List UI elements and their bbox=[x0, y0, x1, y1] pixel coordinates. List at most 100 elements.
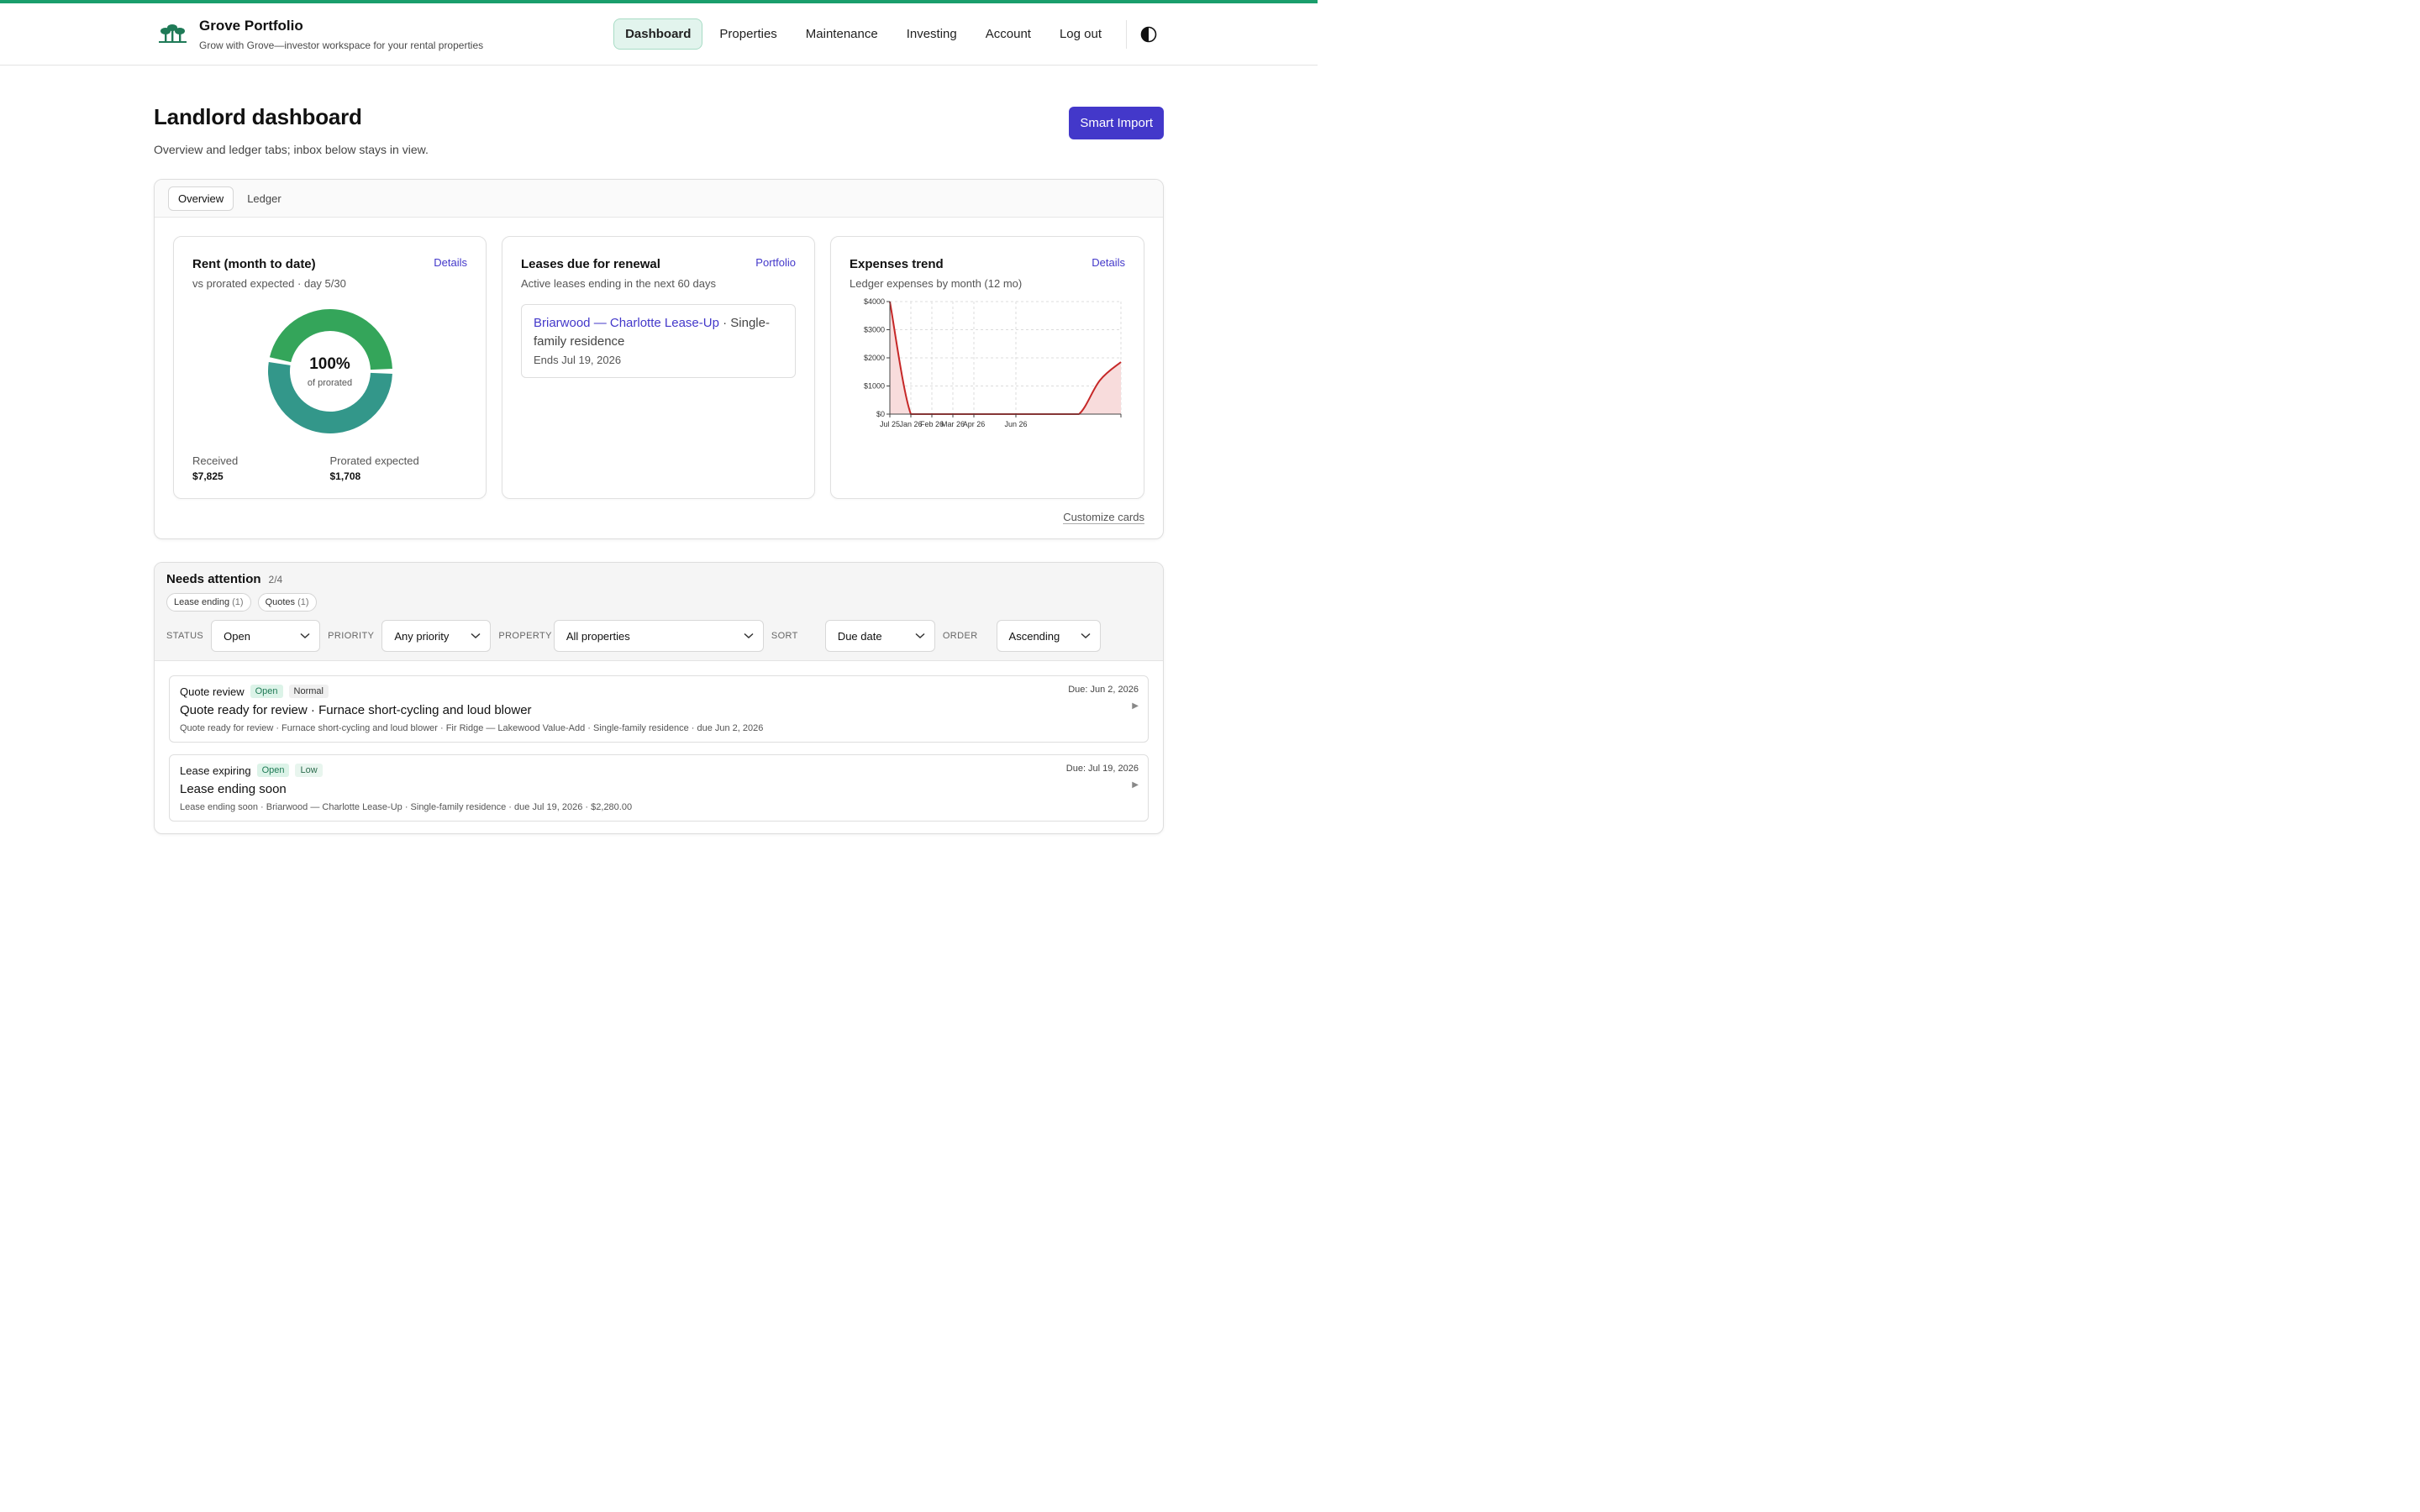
x-tick-label: Apr 26 bbox=[963, 420, 986, 428]
order-select[interactable]: Ascending bbox=[996, 620, 1101, 652]
attention-chips: Lease ending (1) Quotes (1) bbox=[166, 593, 1151, 612]
item-meta: Quote ready for review · Furnace short-c… bbox=[180, 723, 764, 733]
expenses-card-subtitle: Ledger expenses by month (12 mo) bbox=[850, 277, 1023, 290]
brand-title: Grove Portfolio bbox=[199, 17, 303, 34]
attention-title-row: Needs attention 2/4 bbox=[166, 572, 1151, 586]
nav-maintenance[interactable]: Maintenance bbox=[794, 18, 890, 50]
leases-card: Leases due for renewal Portfolio Active … bbox=[502, 236, 815, 499]
attention-title: Needs attention bbox=[166, 572, 261, 586]
property-filter-label: PROPERTY bbox=[498, 631, 552, 641]
item-title: Quote ready for review · Furnace short-c… bbox=[180, 703, 532, 717]
received-value: $7,825 bbox=[192, 470, 224, 482]
rent-card-subtitle: vs prorated expected · day 5/30 bbox=[192, 277, 346, 290]
y-tick-label: $4000 bbox=[864, 297, 885, 306]
item-header: Quote review Open Normal bbox=[180, 685, 1139, 698]
order-filter-label: ORDER bbox=[942, 631, 978, 641]
nav-dashboard[interactable]: Dashboard bbox=[613, 18, 703, 50]
lease-item: Briarwood — Charlotte Lease-Up · Single-… bbox=[521, 304, 796, 378]
y-tick-label: $1000 bbox=[864, 382, 885, 391]
nav-menu: Dashboard Properties Maintenance Investi… bbox=[611, 18, 1164, 50]
stat-received: Received $7,825 bbox=[192, 454, 330, 482]
item-meta: Lease ending soon · Briarwood — Charlott… bbox=[180, 802, 633, 812]
page-title: Landlord dashboard bbox=[154, 104, 362, 129]
item-header: Lease expiring Open Low bbox=[180, 764, 1139, 777]
chevron-down-icon bbox=[471, 633, 481, 639]
chip-label: Lease ending bbox=[174, 597, 230, 607]
nav-divider bbox=[1126, 19, 1127, 49]
expenses-details-link[interactable]: Details bbox=[1092, 256, 1125, 269]
nav-investing[interactable]: Investing bbox=[895, 18, 969, 50]
chevron-down-icon bbox=[744, 633, 754, 639]
status-badge: Open bbox=[250, 685, 283, 698]
expand-arrow-icon[interactable]: ▶ bbox=[1132, 701, 1139, 711]
expense-line bbox=[889, 301, 1122, 415]
x-tick-label: Feb 26 bbox=[920, 420, 944, 428]
property-select[interactable]: All properties bbox=[553, 620, 764, 652]
status-filter-label: STATUS bbox=[166, 631, 204, 641]
y-tick-label: $2000 bbox=[864, 354, 885, 362]
contrast-icon bbox=[1140, 26, 1157, 42]
expenses-chart: $0 $1000 $2000 $3000 $4000 Jul 25 Jan 26Feb 26… bbox=[864, 297, 1122, 428]
top-nav: Grove Portfolio Grow with Grove—investor… bbox=[0, 3, 1318, 66]
attention-count: 2/4 bbox=[268, 574, 283, 585]
y-tick-label: $0 bbox=[876, 410, 885, 418]
x-tick-label: Mar 26 bbox=[941, 420, 965, 428]
chevron-down-icon bbox=[300, 633, 310, 639]
list-item[interactable]: Quote review Open Normal Quote ready for… bbox=[169, 675, 1149, 743]
nav-logout[interactable]: Log out bbox=[1048, 18, 1113, 50]
list-item[interactable]: Lease expiring Open Low Lease ending soo… bbox=[169, 754, 1149, 822]
stat-expected: Prorated expected $1,708 bbox=[330, 454, 468, 482]
tab-overview[interactable]: Overview bbox=[168, 186, 234, 211]
priority-select-value: Any priority bbox=[394, 629, 450, 643]
chip-count: (1) bbox=[297, 597, 309, 607]
tab-ledger[interactable]: Ledger bbox=[237, 186, 291, 211]
priority-select[interactable]: Any priority bbox=[381, 620, 492, 652]
chip-quotes[interactable]: Quotes (1) bbox=[257, 593, 317, 612]
theme-toggle-button[interactable] bbox=[1139, 24, 1159, 45]
chevron-down-icon bbox=[1081, 633, 1091, 639]
nav-account[interactable]: Account bbox=[974, 18, 1043, 50]
attention-header: Needs attention 2/4 Lease ending (1) Quo… bbox=[155, 563, 1163, 661]
main-content: Landlord dashboard Overview and ledger t… bbox=[0, 66, 1318, 834]
leases-card-title: Leases due for renewal bbox=[521, 257, 660, 271]
portfolio-link[interactable]: Portfolio bbox=[755, 256, 796, 269]
received-label: Received bbox=[192, 454, 239, 467]
expense-area bbox=[890, 302, 1121, 414]
trees-icon bbox=[159, 24, 187, 43]
status-select[interactable]: Open bbox=[211, 620, 321, 652]
item-kind: Lease expiring bbox=[180, 764, 251, 777]
overview-panel: Overview Ledger Rent (month to date) Det… bbox=[154, 179, 1164, 539]
priority-badge: Low bbox=[295, 764, 323, 777]
chip-count: (1) bbox=[232, 597, 244, 607]
card-row: Rent (month to date) Details vs prorated… bbox=[155, 218, 1163, 499]
status-select-value: Open bbox=[224, 629, 250, 643]
nav-properties[interactable]: Properties bbox=[708, 18, 788, 50]
status-badge: Open bbox=[256, 764, 290, 777]
rent-details-link[interactable]: Details bbox=[434, 256, 467, 269]
rent-donut: 100% of prorated bbox=[266, 307, 395, 436]
lease-property-link[interactable]: Briarwood — Charlotte Lease-Up bbox=[534, 316, 719, 330]
expand-arrow-icon[interactable]: ▶ bbox=[1132, 780, 1139, 790]
sort-select[interactable]: Due date bbox=[824, 620, 935, 652]
lease-end-date: Ends Jul 19, 2026 bbox=[534, 354, 622, 366]
expected-value: $1,708 bbox=[329, 470, 361, 482]
customize-row: Customize cards bbox=[155, 499, 1163, 538]
expenses-card: Expenses trend Details Ledger expenses b… bbox=[830, 236, 1144, 499]
donut-percent-label: of prorated bbox=[307, 377, 353, 388]
x-tick-label: Jul 25 bbox=[880, 420, 900, 428]
y-tick-label: $3000 bbox=[864, 326, 885, 334]
item-due-date: Due: Jul 19, 2026 bbox=[1065, 764, 1139, 774]
priority-badge: Normal bbox=[288, 685, 329, 698]
tab-bar: Overview Ledger bbox=[155, 180, 1163, 218]
rent-card: Rent (month to date) Details vs prorated… bbox=[173, 236, 487, 499]
page-header: Landlord dashboard Overview and ledger t… bbox=[154, 66, 1164, 156]
brand[interactable]: Grove Portfolio Grow with Grove—investor… bbox=[157, 18, 483, 51]
chevron-down-icon bbox=[915, 633, 925, 639]
smart-import-button[interactable]: Smart Import bbox=[1069, 107, 1164, 139]
customize-cards-link[interactable]: Customize cards bbox=[1063, 511, 1144, 524]
sort-filter-label: SORT bbox=[771, 631, 798, 641]
property-select-value: All properties bbox=[566, 629, 630, 643]
donut-percent: 100% bbox=[309, 354, 350, 373]
chip-lease-ending[interactable]: Lease ending (1) bbox=[166, 593, 251, 612]
needs-attention-panel: Needs attention 2/4 Lease ending (1) Quo… bbox=[154, 562, 1164, 834]
